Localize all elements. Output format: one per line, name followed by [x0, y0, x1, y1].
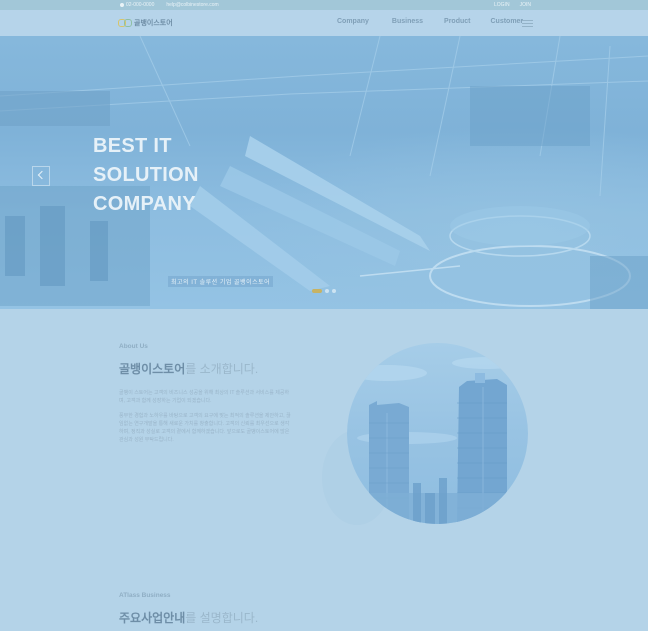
about-title-rest: 를 소개합니다. — [185, 362, 259, 376]
about-title: 골뱅이스토어를 소개합니다. — [119, 360, 258, 377]
hero-caption: 최고의 IT 솔루션 기업 골뱅이스토어 — [168, 276, 274, 287]
nav-customer[interactable]: Customer — [490, 18, 523, 25]
login-link[interactable]: LOGIN — [494, 2, 510, 8]
hero-title-line-3: COMPANY — [93, 193, 196, 215]
email-text[interactable]: help@colbinestore.com — [166, 2, 218, 8]
logo-mark-icon — [118, 19, 132, 27]
slider-pagination — [312, 289, 336, 293]
about-title-strong: 골뱅이스토어 — [119, 362, 186, 376]
nav-company[interactable]: Company — [337, 18, 369, 25]
account-links: LOGIN JOIN — [494, 2, 531, 8]
hero-title-line-1: BEST IT — [93, 135, 172, 157]
logo-text: 골뱅이스토어 — [134, 20, 173, 27]
main-nav: Company Business Product Customer — [337, 18, 523, 25]
skyscraper-image — [347, 357, 528, 524]
email-item[interactable]: help@colbinestore.com — [166, 2, 218, 8]
site-header: 골뱅이스토어 Company Business Product Customer — [0, 10, 648, 37]
slide-dot-2[interactable] — [325, 289, 329, 293]
business-title-strong: 주요사업안내 — [119, 611, 186, 625]
join-link[interactable]: JOIN — [520, 2, 531, 8]
slide-dot-3[interactable] — [332, 289, 336, 293]
about-label: About Us — [119, 343, 148, 350]
phone-item: 02-000-0000 — [120, 2, 154, 8]
top-utility-bar: 02-000-0000 help@colbinestore.com LOGIN … — [0, 0, 648, 10]
site-logo[interactable]: 골뱅이스토어 — [118, 18, 173, 28]
prev-slide-button[interactable] — [32, 166, 50, 186]
nav-product[interactable]: Product — [444, 18, 470, 25]
business-title: 주요사업안내를 설명합니다. — [119, 609, 258, 626]
contact-info: 02-000-0000 help@colbinestore.com — [120, 2, 219, 8]
about-image — [347, 343, 528, 524]
business-label: ATlass Business — [119, 592, 171, 599]
business-title-rest: 를 설명합니다. — [185, 611, 259, 625]
hero-title: BEST IT SOLUTION COMPANY — [93, 132, 199, 219]
phone-icon — [120, 2, 124, 7]
hero-slider: BEST IT SOLUTION COMPANY 최고의 IT 솔루션 기업 골… — [0, 36, 648, 309]
hero-title-line-2: SOLUTION — [93, 164, 199, 186]
phone-text: 02-000-0000 — [126, 2, 155, 8]
menu-icon[interactable] — [522, 20, 533, 27]
about-paragraph-2: 풍부한 경험과 노하우를 바탕으로 고객의 요구에 맞는 최적의 솔루션을 제안… — [119, 413, 291, 443]
about-paragraph-1: 골뱅이 스토어는 고객의 비즈니스 성공을 위해 최상의 IT 솔루션과 서비스… — [119, 390, 290, 404]
nav-business[interactable]: Business — [392, 18, 423, 25]
slide-dot-1[interactable] — [312, 289, 322, 293]
